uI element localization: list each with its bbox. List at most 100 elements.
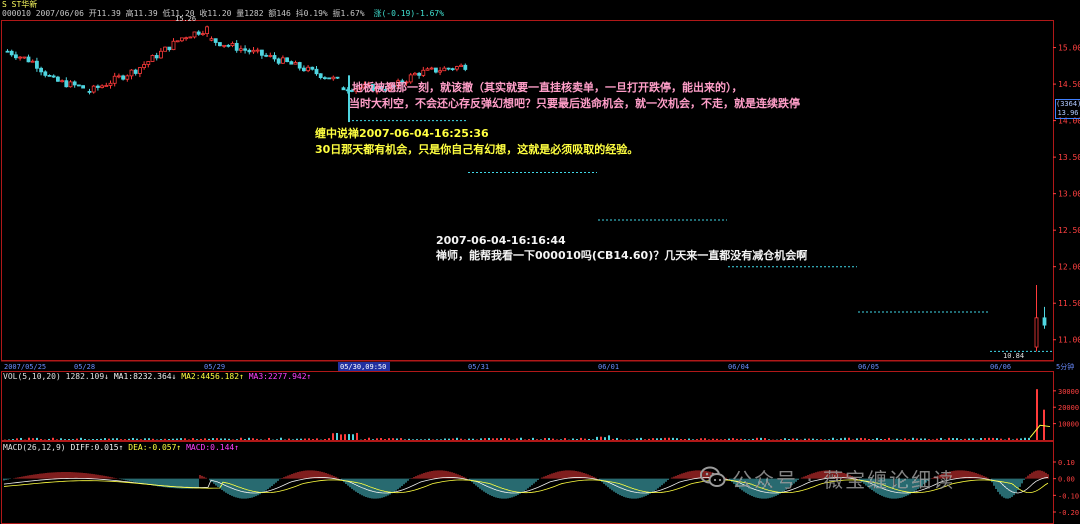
- volume-bar: [420, 439, 422, 440]
- volume-bar: [356, 432, 358, 440]
- volume-bar: [708, 439, 710, 440]
- volume-bar: [764, 438, 766, 440]
- volume-bar: [1024, 437, 1026, 440]
- volume-bar: [460, 438, 462, 440]
- volume-bar: [168, 439, 170, 440]
- candle-body: [196, 31, 201, 35]
- volume-bar: [788, 439, 790, 440]
- candle-body: [129, 69, 134, 77]
- volume-bar: [8, 439, 10, 440]
- candle-body: [429, 67, 434, 70]
- volume-bar: [296, 438, 298, 440]
- volume-bar: [416, 439, 418, 440]
- volume-bar: [280, 437, 282, 440]
- volume-bar: [408, 438, 410, 440]
- candle-body: [412, 72, 417, 76]
- volume-bar: [380, 438, 382, 440]
- volume-bar: [720, 439, 722, 440]
- volume-bar: [388, 438, 390, 440]
- volume-bar: [572, 438, 574, 440]
- candle-body: [450, 68, 455, 71]
- volume-bar: [904, 438, 906, 440]
- volume-bar: [908, 439, 910, 440]
- volume-bar: [176, 438, 178, 440]
- volume-bar: [452, 438, 454, 440]
- volume-bar: [352, 434, 354, 440]
- volume-bar: [448, 438, 450, 440]
- volume-bar: [712, 438, 714, 440]
- candle-body: [5, 50, 10, 53]
- volume-bar: [1020, 438, 1022, 440]
- volume-bar: [508, 438, 510, 440]
- volume-bar: [808, 438, 810, 440]
- volume-bar: [244, 439, 246, 440]
- volume-spike-bar: [1043, 409, 1045, 440]
- volume-bar: [564, 438, 566, 440]
- candle-body: [171, 40, 176, 51]
- volume-bar: [836, 439, 838, 440]
- candle-body: [335, 76, 340, 79]
- volume-bar: [400, 438, 402, 440]
- candle-body: [68, 81, 73, 88]
- volume-bar: [688, 438, 690, 440]
- volume-bar: [680, 438, 682, 440]
- volume-bar: [64, 439, 66, 440]
- volume-bar: [52, 437, 54, 440]
- volume-bar: [500, 438, 502, 440]
- volume-bar: [180, 438, 182, 440]
- volume-bar: [700, 438, 702, 440]
- volume-bar: [208, 438, 210, 440]
- volume-bar: [704, 438, 706, 440]
- date-tick-label: 05/31: [468, 363, 489, 371]
- candle-body: [91, 85, 96, 93]
- volume-bar: [556, 439, 558, 440]
- candle-body: [289, 61, 294, 65]
- volume-bar: [200, 438, 202, 440]
- date-axis: 2007/05/25 05/28 05/29 05/30,09:50 05/31 06/0…: [1, 360, 1074, 371]
- volume-bar: [588, 438, 590, 440]
- price-tag-bottom: 13.96: [1057, 109, 1079, 117]
- volume-bar: [972, 438, 974, 440]
- volume-bar: [544, 438, 546, 440]
- candle-body: [13, 54, 18, 59]
- volume-bar: [792, 438, 794, 440]
- volume-bar: [736, 438, 738, 440]
- volume-bar: [780, 439, 782, 440]
- volume-bar: [952, 438, 954, 440]
- macd-diff: DIFF:0.015↑: [70, 443, 124, 452]
- pink-annotation-line1: 地板被翘那一刻，就该撤（其实就要一直挂核卖单，一旦打开跌停，能出来的），: [352, 81, 743, 94]
- volume-bar: [84, 438, 86, 440]
- candle-body: [200, 33, 205, 35]
- volume-bar: [648, 438, 650, 440]
- volume-bar: [828, 439, 830, 440]
- volume-bar: [916, 438, 918, 440]
- volume-bar: [464, 439, 466, 440]
- volume-bar: [288, 438, 290, 440]
- volume-bar: [876, 437, 878, 440]
- volume-bar: [80, 437, 82, 440]
- candle-body: [297, 62, 302, 69]
- volume-bar: [532, 437, 534, 440]
- volume-bar: [844, 437, 846, 440]
- price-tick-label: 12.00: [1058, 263, 1080, 272]
- volume-bar: [316, 438, 318, 440]
- candle-body: [306, 66, 311, 72]
- candle-body: [205, 26, 210, 34]
- candle-body: [238, 48, 243, 51]
- vol-value: 1282.109↓: [65, 372, 109, 381]
- volume-bar: [456, 437, 458, 440]
- candle-body: [433, 67, 438, 73]
- volume-bar: [536, 439, 538, 440]
- volume-bar: [724, 439, 726, 440]
- volume-bar: [756, 437, 758, 440]
- volume-bar: [868, 438, 870, 440]
- macd-indicator-label: MACD(26,12,9) DIFF:0.015↑ DEA:-0.057↑ MA…: [3, 443, 239, 453]
- volume-bar: [164, 438, 166, 440]
- candle-body: [43, 71, 48, 76]
- stock-chart-window: S ST华新 000010 2007/06/06 开11.39 高11.39 低…: [0, 0, 1080, 524]
- candle-body: [108, 82, 113, 86]
- candle-body: [293, 62, 298, 65]
- volume-bar: [960, 439, 962, 440]
- candle-body: [463, 64, 468, 70]
- volume-bar: [256, 438, 258, 440]
